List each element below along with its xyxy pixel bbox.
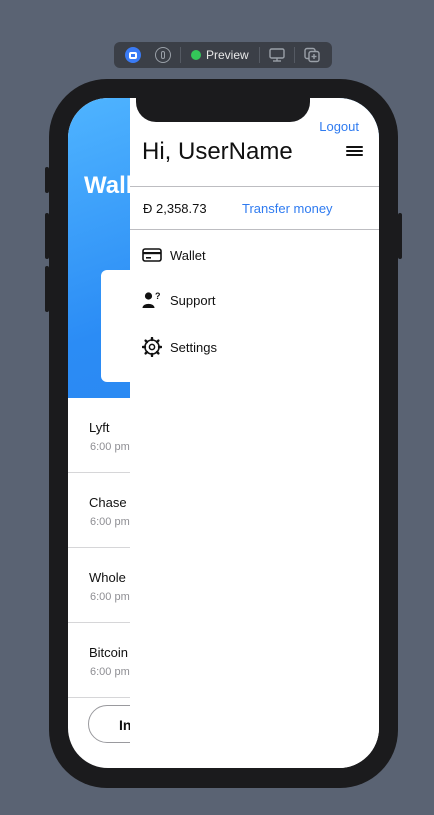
- transaction-time: 6:00 pm: [90, 441, 130, 453]
- status-dot-icon: [191, 50, 201, 60]
- menu-toggle-button[interactable]: [346, 146, 363, 156]
- side-menu: Logout Hi, UserName Đ 2,358.73 Transfer …: [130, 98, 379, 768]
- duplicate-preview-button[interactable]: [299, 45, 325, 65]
- greeting-title: Hi, UserName: [142, 138, 293, 165]
- menu-item-label: Wallet: [170, 247, 206, 263]
- transaction-time: 6:00 pm: [90, 516, 130, 528]
- inspect-button[interactable]: [150, 45, 176, 65]
- live-preview-icon: [125, 47, 141, 63]
- power-button: [398, 213, 402, 259]
- gear-icon: [142, 337, 162, 357]
- duplicate-icon: [303, 47, 320, 63]
- device-screen: Wall Lyft 6:00 pm Chase I 6:00 pm Whole …: [68, 98, 379, 768]
- device-notch: [136, 98, 310, 122]
- balance-value: Đ 2,358.73: [143, 201, 207, 216]
- menu-item-settings[interactable]: Settings: [142, 335, 217, 359]
- creditcard-icon: [142, 248, 162, 262]
- transaction-time: 6:00 pm: [90, 591, 130, 603]
- live-preview-button[interactable]: [120, 45, 146, 65]
- transaction-name: Lyft: [89, 420, 110, 435]
- svg-text:?: ?: [155, 291, 161, 301]
- divider: [130, 229, 379, 230]
- toolbar-divider: [258, 47, 260, 63]
- toolbar-divider: [180, 47, 181, 63]
- preview-button[interactable]: Preview: [185, 45, 255, 65]
- logout-button[interactable]: Logout: [319, 119, 359, 134]
- transaction-time: 6:00 pm: [90, 666, 130, 678]
- toolbar-divider: [293, 47, 295, 63]
- menu-item-label: Settings: [170, 339, 217, 355]
- device-icon: [268, 48, 285, 62]
- divider: [130, 186, 379, 187]
- menu-item-label: Support: [170, 292, 216, 308]
- menu-item-wallet[interactable]: Wallet: [142, 243, 206, 267]
- inspect-icon: [155, 47, 171, 63]
- transaction-name: Chase I: [89, 495, 134, 510]
- wallet-title: Wall: [84, 172, 133, 199]
- transfer-money-link[interactable]: Transfer money: [242, 201, 333, 216]
- menu-item-support[interactable]: ? Support: [142, 288, 216, 312]
- transaction-name: Whole I: [89, 570, 134, 585]
- transaction-name: Bitcoin: [89, 645, 129, 660]
- preview-label: Preview: [206, 48, 249, 62]
- device-settings-button[interactable]: [264, 45, 290, 65]
- preview-toolbar: Preview: [114, 42, 332, 68]
- person-question-icon: ?: [142, 291, 161, 308]
